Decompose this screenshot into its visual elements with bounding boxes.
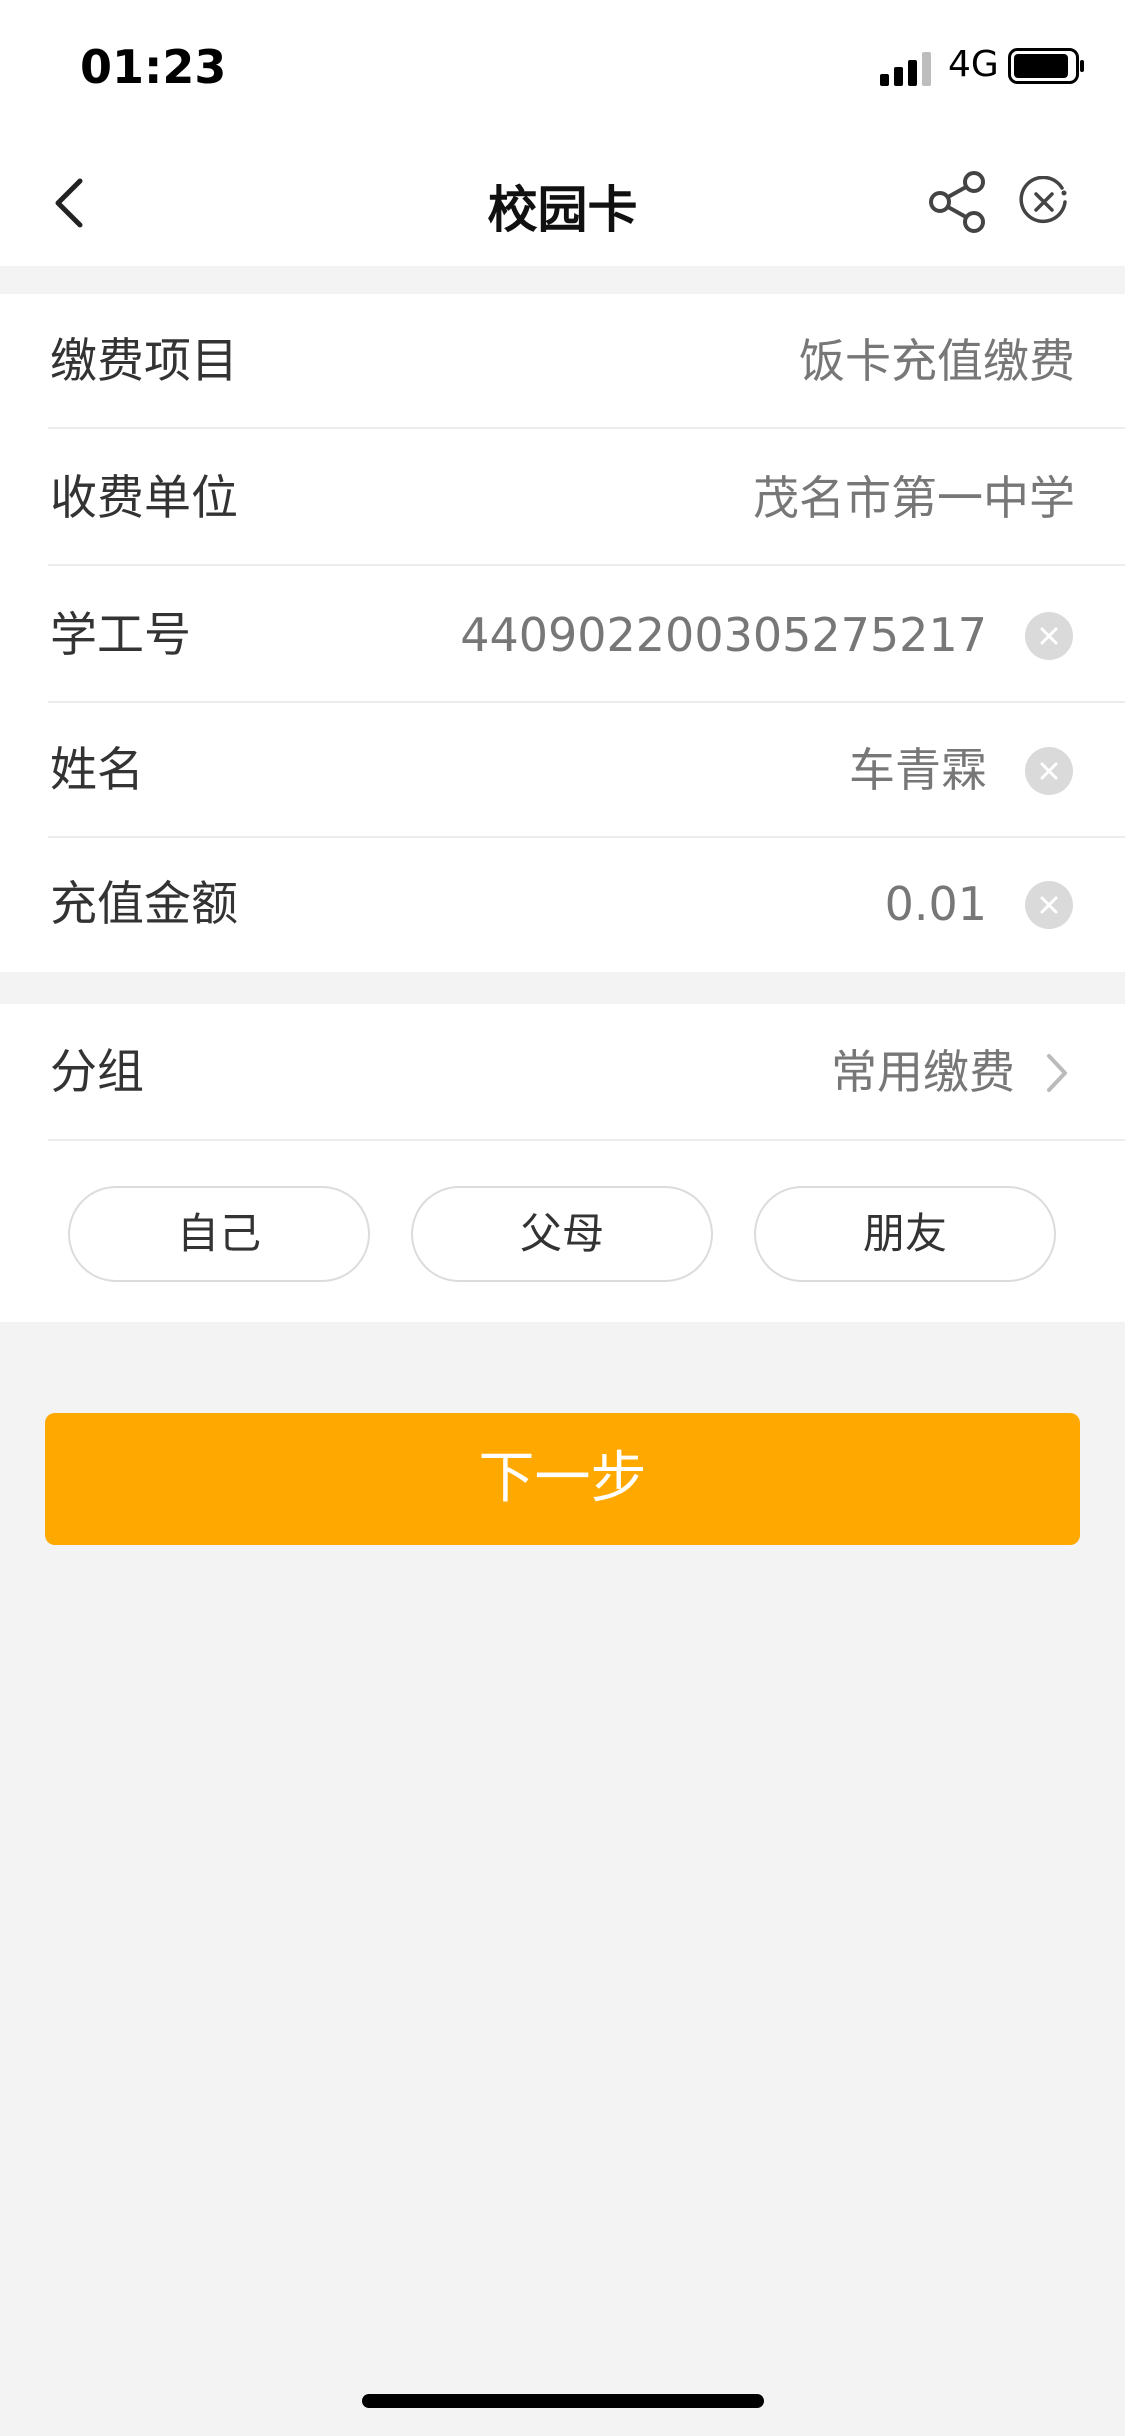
chip-parents[interactable]: 父母 [411,1186,713,1282]
group-value: 常用缴费 [831,1045,1015,1099]
home-indicator [362,2394,764,2408]
clear-icon[interactable] [1025,747,1073,795]
network-type: 4G [948,44,999,85]
row-name[interactable]: 姓名 车青霖 [0,703,1125,838]
row-label: 学工号 [50,608,191,663]
amount-field[interactable]: 0.01 [885,837,987,972]
chevron-right-icon [1031,1048,1081,1098]
divider [48,564,1125,566]
close-circle-icon [1019,176,1067,224]
clear-icon[interactable] [1025,881,1073,929]
share-icon [929,171,985,233]
payment-form: 缴费项目 饭卡充值缴费 收费单位 茂名市第一中学 学工号 44090220030… [0,294,1125,972]
row-student-id[interactable]: 学工号 440902200305275217 [0,568,1125,703]
group-selector[interactable]: 分组 常用缴费 [0,1004,1125,1141]
battery-icon [1008,48,1084,84]
row-label: 缴费项目 [50,334,238,389]
row-label: 充值金额 [50,877,238,932]
nav-bar: 校园卡 [0,140,1125,266]
signal-icon [880,52,931,86]
chip-friends[interactable]: 朋友 [754,1186,1056,1282]
row-value: 饭卡充值缴费 [799,334,1075,388]
status-time: 01:23 [80,40,227,94]
row-value: 茂名市第一中学 [753,471,1075,525]
group-section: 分组 常用缴费 自己 父母 朋友 [0,1004,1125,1322]
divider [48,1139,1125,1141]
row-payment-item: 缴费项目 饭卡充值缴费 [0,294,1125,429]
group-label: 分组 [50,1045,144,1100]
name-field[interactable]: 车青霖 [849,703,987,838]
row-amount[interactable]: 充值金额 0.01 [0,837,1125,972]
row-payee: 收费单位 茂名市第一中学 [0,431,1125,566]
divider [48,427,1125,429]
chip-self[interactable]: 自己 [68,1186,370,1282]
close-button[interactable] [1012,164,1076,240]
page: 01:23 4G 校园卡 缴费项目 饭卡充值缴费 收费单位 茂名市第一中学 学工… [0,0,1125,2436]
row-label: 姓名 [50,743,144,798]
status-bar: 01:23 4G [0,0,1125,140]
group-chips: 自己 父母 朋友 [0,1186,1125,1284]
row-label: 收费单位 [50,471,238,526]
student-id-field[interactable]: 440902200305275217 [460,568,987,703]
share-button[interactable] [920,164,996,240]
next-button[interactable]: 下一步 [45,1413,1080,1545]
clear-icon[interactable] [1025,612,1073,660]
